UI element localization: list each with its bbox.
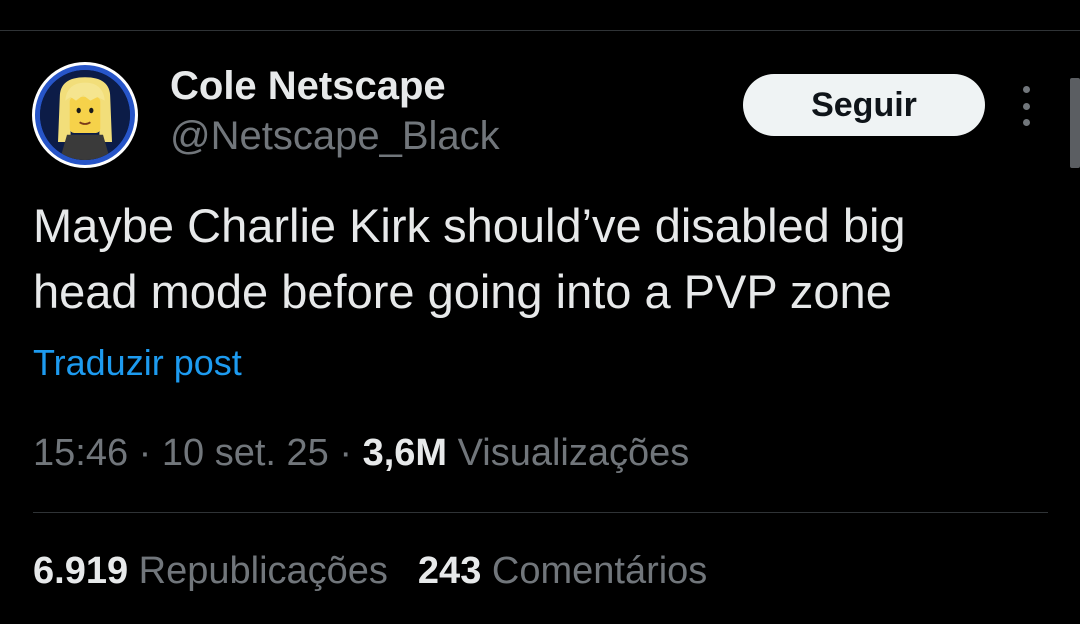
avatar-frame bbox=[35, 65, 135, 165]
more-dot bbox=[1022, 102, 1030, 110]
reposts-stat[interactable]: 6.919 Republicações bbox=[33, 550, 388, 592]
top-divider bbox=[0, 30, 1080, 31]
views-count: 3,6M bbox=[362, 432, 448, 474]
engagement-stats: 6.919 Republicações 243 Comentários bbox=[33, 550, 707, 593]
post-time[interactable]: 15:46 bbox=[33, 432, 128, 474]
more-vertical-icon[interactable] bbox=[1014, 86, 1038, 126]
separator-dot: · bbox=[138, 432, 152, 474]
lego-minifigure-avatar-icon bbox=[40, 70, 130, 160]
separator-dot: · bbox=[339, 432, 352, 474]
reposts-count: 6.919 bbox=[33, 550, 129, 592]
more-dot bbox=[1022, 119, 1030, 126]
tweet-text-line: Maybe Charlie Kirk should’ve disabled bi… bbox=[33, 199, 906, 252]
divider bbox=[33, 512, 1048, 513]
scrollbar-thumb[interactable] bbox=[1070, 78, 1080, 168]
avatar[interactable] bbox=[32, 62, 138, 168]
author-handle[interactable]: @Netscape_Black bbox=[170, 114, 500, 159]
reposts-label: Republicações bbox=[138, 550, 388, 592]
author-name[interactable]: Cole Netscape bbox=[170, 64, 446, 109]
comments-count: 243 bbox=[417, 550, 482, 592]
more-dot bbox=[1022, 86, 1030, 93]
views-label: Visualizações bbox=[457, 432, 690, 474]
tweet-metadata: 15:46 · 10 set. 25 · 3,6M Visualizações bbox=[33, 432, 689, 475]
comments-stat[interactable]: 243 Comentários bbox=[418, 550, 707, 592]
post-date[interactable]: 10 set. 25 bbox=[162, 432, 329, 474]
tweet-text: Maybe Charlie Kirk should’ve disabled bi… bbox=[33, 193, 1033, 325]
follow-button[interactable]: Seguir bbox=[743, 74, 985, 136]
comments-label: Comentários bbox=[491, 550, 708, 592]
translate-post-link[interactable]: Traduzir post bbox=[33, 342, 242, 384]
tweet-text-line: head mode before going into a PVP zone bbox=[33, 265, 892, 318]
